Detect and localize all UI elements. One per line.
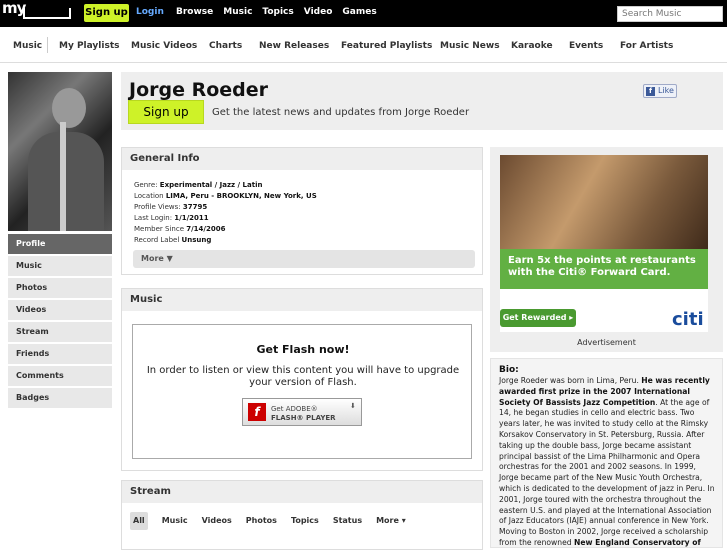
logo-text: my [2,0,26,17]
flash-title: Get Flash now! [256,343,350,356]
flash-icon: f [248,403,266,421]
menu-friends[interactable]: Friends [8,344,112,364]
flash-player-box: Get Flash now! In order to listen or vie… [132,324,472,459]
bio-panel: Bio: Jorge Roeder was born in Lima, Peru… [490,358,723,548]
bio-title: Bio: [499,365,519,375]
views-label: Profile Views: [134,203,181,211]
advertisement-caption: Advertisement [577,338,636,347]
genre-value: Experimental / Jazz / Latin [159,181,263,189]
bio-p2: . At the age of 14, he began studies in … [499,397,715,547]
menu-profile[interactable]: Profile [8,234,112,254]
stream-tab-status[interactable]: Status [333,512,362,530]
music-subnav: Music My Playlists Music Videos Charts N… [0,27,727,63]
menu-music[interactable]: Music [8,256,112,276]
nav-music[interactable]: Music [223,7,252,17]
citi-advertisement[interactable]: Earn 5x the points at restaurants with t… [500,155,708,332]
subnav-divider [47,37,48,53]
subnav-for-artists[interactable]: For Artists [620,41,673,51]
top-nav: Browse Music Topics Video Games [176,7,387,17]
location-value: LIMA, Peru - BROOKLYN, New York, US [165,192,317,200]
subnav-music-videos[interactable]: Music Videos [131,41,197,51]
profile-menu: Profile Music Photos Videos Stream Frien… [8,234,112,408]
facebook-like-button[interactable]: f Like [643,84,677,98]
profile-signup-button[interactable]: Sign up [128,100,204,124]
flash-btn-line1: Get ADOBE® [271,405,318,413]
get-rewarded-button[interactable]: Get Rewarded ▸ [500,309,576,327]
stream-tabs: All Music Videos Photos Topics Status Mo… [130,512,420,530]
citi-logo: citi [672,309,704,330]
artist-name: Jorge Roeder [129,79,269,101]
music-panel: Music Get Flash now! In order to listen … [121,288,483,471]
menu-comments[interactable]: Comments [8,366,112,386]
profile-header: Jorge Roeder Sign up Get the latest news… [121,72,723,130]
photo-figure-head [52,88,86,128]
stream-tab-videos[interactable]: Videos [202,512,232,530]
stream-tab-music[interactable]: Music [162,512,188,530]
subnav-music[interactable]: Music [13,41,42,51]
stream-title: Stream [122,481,482,503]
ad-column: Earn 5x the points at restaurants with t… [490,147,723,352]
subnav-featured-playlists[interactable]: Featured Playlists [341,41,432,51]
photo-figure-body [28,132,104,231]
signup-button[interactable]: Sign up [84,4,129,22]
ad-headline: Earn 5x the points at restaurants with t… [500,249,708,289]
subnav-my-playlists[interactable]: My Playlists [59,41,120,51]
top-bar: my Sign up Login Browse Music Topics Vid… [0,0,727,27]
nav-browse[interactable]: Browse [176,7,213,17]
general-info-list: Genre: Experimental / Jazz / Latin Locat… [134,180,317,246]
left-column: Profile Music Photos Videos Stream Frien… [8,72,112,410]
subnav-events[interactable]: Events [569,41,603,51]
profile-photo[interactable] [8,72,112,231]
more-button[interactable]: More ▼ [133,250,475,268]
photo-bass-neck [60,122,66,231]
member-since-value: 7/14/2006 [186,225,226,233]
subnav-karaoke[interactable]: Karaoke [511,41,553,51]
signup-tagline: Get the latest news and updates from Jor… [212,107,470,118]
myspace-logo[interactable]: my [0,0,76,27]
member-since-label: Member Since [134,225,184,233]
ad-photo [500,155,708,249]
flash-btn-line2: FLASH® PLAYER [271,414,336,422]
download-icon: ⬇ [350,402,356,410]
menu-badges[interactable]: Badges [8,388,112,408]
stream-tab-topics[interactable]: Topics [291,512,319,530]
stream-tab-photos[interactable]: Photos [246,512,277,530]
music-title: Music [122,289,482,311]
menu-videos[interactable]: Videos [8,300,112,320]
menu-photos[interactable]: Photos [8,278,112,298]
stream-tab-all[interactable]: All [130,512,148,530]
facebook-icon: f [646,87,655,96]
record-label-value: Unsung [181,236,212,244]
nav-video[interactable]: Video [304,7,333,17]
general-info-panel: General Info Genre: Experimental / Jazz … [121,147,483,275]
like-label: Like [658,86,674,95]
bio-p1: Jorge Roeder was born in Lima, Peru. [499,376,642,385]
subnav-music-news[interactable]: Music News [440,41,500,51]
flash-message: In order to listen or view this content … [146,365,460,388]
genre-label: Genre: [134,181,158,189]
logo-underline [23,8,71,19]
stream-panel: Stream All Music Videos Photos Topics St… [121,480,483,550]
subnav-charts[interactable]: Charts [209,41,242,51]
get-flash-button[interactable]: f Get ADOBE® FLASH® PLAYER ⬇ [242,398,362,426]
last-login-value: 1/1/2011 [174,214,209,222]
views-value: 37795 [182,203,208,211]
stream-tab-more[interactable]: More ▾ [376,512,406,530]
subnav-new-releases[interactable]: New Releases [259,41,329,51]
bio-p2-bold: New England Conservatory of [573,537,701,547]
location-label: Location [134,192,164,200]
login-link[interactable]: Login [136,7,164,17]
last-login-label: Last Login: [134,214,173,222]
nav-topics[interactable]: Topics [262,7,293,17]
general-info-title: General Info [122,148,482,170]
search-input[interactable]: Search Music [617,6,723,22]
record-label-label: Record Label [134,236,180,244]
bio-text: Jorge Roeder was born in Lima, Peru. He … [499,376,717,549]
menu-stream[interactable]: Stream [8,322,112,342]
nav-games[interactable]: Games [342,7,376,17]
